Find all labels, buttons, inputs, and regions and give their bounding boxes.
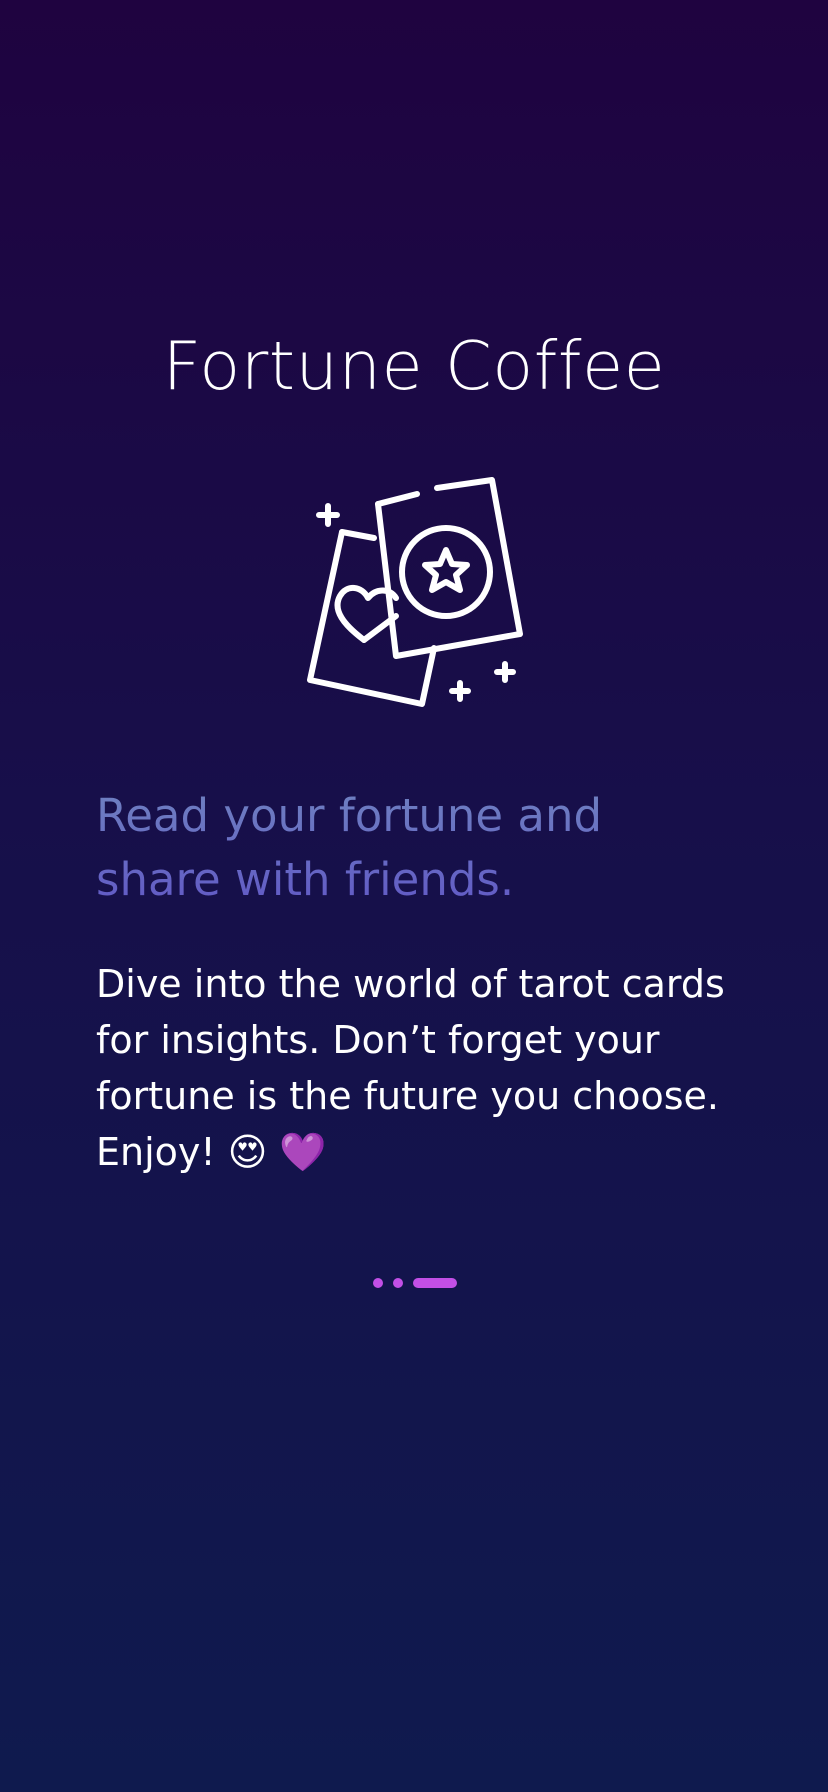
- page-dot-1[interactable]: [373, 1278, 383, 1288]
- onboarding-headline: Read your fortune and share with friends…: [96, 784, 736, 912]
- page-dot-2[interactable]: [393, 1278, 403, 1288]
- page-dot-3[interactable]: [413, 1278, 457, 1288]
- tarot-cards-icon: [307, 477, 523, 707]
- onboarding-description: Dive into the world of tarot cards for i…: [96, 962, 725, 1174]
- app-title: Fortune Coffee: [162, 327, 666, 405]
- page-indicator[interactable]: [373, 1278, 457, 1288]
- onboarding-screen: Fortune Coffee Read your fortune and sha…: [0, 0, 828, 1792]
